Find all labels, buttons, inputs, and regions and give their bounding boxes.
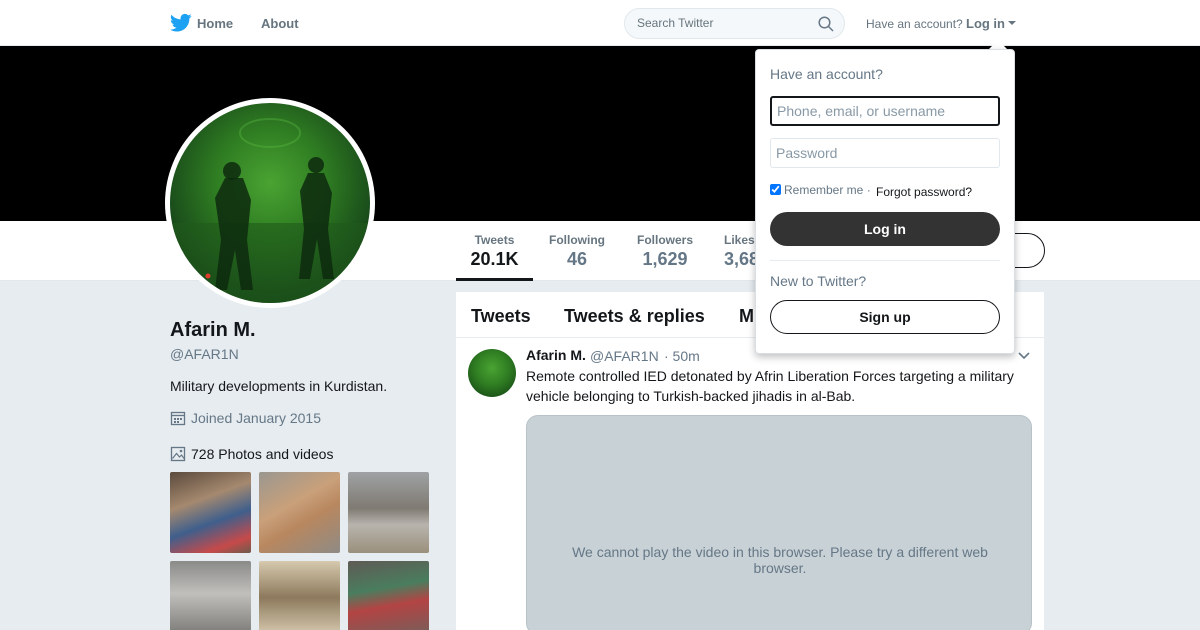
stat-value: 1,629: [642, 249, 688, 269]
new-to-twitter-text: New to Twitter?: [770, 273, 867, 289]
media-thumbnail[interactable]: [259, 561, 340, 630]
media-thumbnail[interactable]: [170, 472, 251, 553]
stat-label: Followers: [636, 233, 693, 247]
tab-tweets[interactable]: Tweets: [471, 306, 531, 327]
avatar-soldiers-graphic: [170, 118, 370, 303]
username-input[interactable]: [770, 96, 1000, 126]
signup-button[interactable]: Sign up: [770, 300, 1000, 334]
stat-label: Following: [549, 233, 605, 247]
stat-label: Tweets: [474, 233, 515, 247]
stat-followers[interactable]: Followers 1,629: [628, 233, 702, 270]
nav-home-link[interactable]: Home: [197, 16, 233, 31]
tweet-text: Remote controlled IED detonated by Afrin…: [526, 368, 1014, 404]
tweet-avatar[interactable]: [468, 349, 516, 397]
login-dropdown-toggle[interactable]: Log in: [966, 16, 1005, 31]
media-thumbnail[interactable]: [348, 472, 429, 553]
joined-text: Joined January 2015: [191, 410, 321, 426]
chevron-down-icon[interactable]: [1018, 352, 1030, 360]
search-input[interactable]: [637, 16, 807, 30]
login-button[interactable]: Log in: [770, 212, 1000, 246]
tweet-timestamp[interactable]: · 50m: [664, 348, 700, 364]
divider: [770, 260, 1000, 261]
tab-tweets-and-replies[interactable]: Tweets & replies: [564, 306, 705, 327]
forgot-password-link[interactable]: Forgot password?: [876, 185, 972, 199]
video-player[interactable]: We cannot play the video in this browser…: [526, 415, 1032, 630]
profile-handle[interactable]: @AFAR1N: [170, 346, 239, 362]
tab-media[interactable]: M: [739, 306, 754, 327]
photos-text[interactable]: 728 Photos and videos: [191, 446, 333, 462]
remember-me-checkbox[interactable]: [770, 184, 781, 195]
profile-avatar[interactable]: [165, 98, 375, 308]
calendar-icon: [170, 411, 186, 426]
login-dropdown: Have an account? Remember me · Forgot pa…: [755, 49, 1015, 354]
media-thumbnail[interactable]: [170, 561, 251, 630]
search-box[interactable]: [624, 8, 845, 39]
stat-value: 20.1K: [470, 249, 519, 269]
joined-date: Joined January 2015: [170, 410, 321, 426]
search-icon[interactable]: [818, 16, 834, 32]
media-thumbnail[interactable]: [259, 472, 340, 553]
remember-me-label: Remember me: [784, 183, 864, 197]
stat-tweets[interactable]: Tweets 20.1K: [456, 233, 533, 270]
remember-me[interactable]: Remember me ·: [770, 183, 871, 197]
separator-dot: ·: [866, 183, 871, 197]
tweet-author-name[interactable]: Afarin M.: [526, 347, 586, 363]
stat-following[interactable]: Following 46: [540, 233, 614, 270]
have-account-text: Have an account?: [866, 17, 963, 31]
dropdown-caret: [989, 40, 1007, 49]
avatar-image: [170, 103, 370, 303]
photos-and-videos-link[interactable]: 728 Photos and videos: [170, 446, 333, 462]
caret-down-icon[interactable]: [1008, 21, 1016, 25]
profile-name[interactable]: Afarin M.: [170, 319, 256, 342]
password-input[interactable]: [770, 138, 1000, 168]
video-unsupported-message: We cannot play the video in this browser…: [572, 544, 988, 576]
top-navigation-bar: Home About Have an account? Log in: [0, 0, 1200, 46]
photo-icon: [170, 446, 186, 462]
profile-bio: Military developments in Kurdistan.: [170, 378, 388, 394]
nav-about-link[interactable]: About: [261, 16, 299, 31]
active-stat-indicator: [456, 278, 533, 281]
stat-value: 46: [566, 249, 588, 269]
twitter-bird-icon[interactable]: [170, 13, 192, 33]
media-thumbnail[interactable]: [348, 561, 429, 630]
dropdown-title: Have an account?: [770, 66, 883, 82]
tweet-author-handle[interactable]: @AFAR1N: [590, 348, 659, 364]
